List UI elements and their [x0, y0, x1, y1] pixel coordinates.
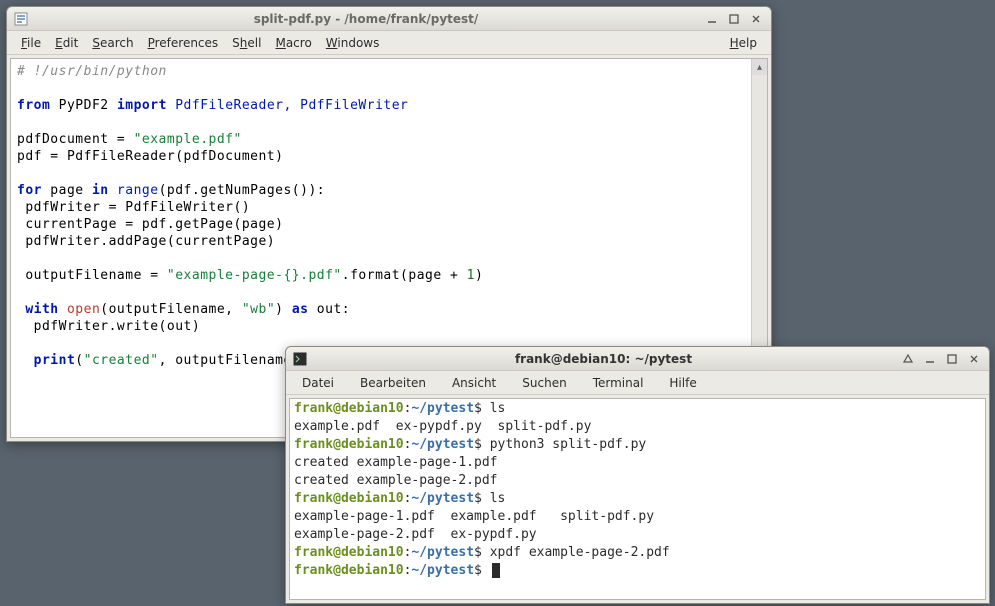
minimize-button[interactable] [703, 11, 721, 27]
terminal-menubar: Datei Bearbeiten Ansicht Suchen Terminal… [286, 371, 989, 395]
maximize-button[interactable] [943, 351, 961, 367]
menu-help[interactable]: Help [724, 34, 763, 52]
menu-search[interactable]: Search [86, 34, 139, 52]
code-comment: # !/usr/bin/python [17, 64, 167, 79]
app-icon [13, 11, 29, 27]
close-button[interactable] [747, 11, 765, 27]
menu-windows[interactable]: Windows [320, 34, 386, 52]
terminal-icon [292, 351, 308, 367]
term-menu-terminal[interactable]: Terminal [587, 374, 650, 392]
term-menu-bearbeiten[interactable]: Bearbeiten [354, 374, 432, 392]
term-button-extra[interactable] [899, 351, 917, 367]
menu-macro[interactable]: Macro [269, 34, 317, 52]
minimize-button[interactable] [921, 351, 939, 367]
scroll-up-icon[interactable]: ▴ [752, 59, 767, 75]
term-menu-suchen[interactable]: Suchen [516, 374, 572, 392]
cursor-icon [492, 563, 500, 578]
maximize-button[interactable] [725, 11, 743, 27]
terminal-window: frank@debian10: ~/pytest Datei Bearbeite… [285, 346, 990, 604]
menu-edit[interactable]: Edit [49, 34, 84, 52]
term-menu-hilfe[interactable]: Hilfe [663, 374, 702, 392]
term-menu-ansicht[interactable]: Ansicht [446, 374, 502, 392]
menu-preferences[interactable]: Preferences [142, 34, 225, 52]
terminal-titlebar[interactable]: frank@debian10: ~/pytest [286, 347, 989, 371]
editor-titlebar[interactable]: split-pdf.py - /home/frank/pytest/ [7, 7, 771, 31]
menu-shell[interactable]: Shell [226, 34, 267, 52]
term-menu-datei[interactable]: Datei [296, 374, 340, 392]
terminal-title: frank@debian10: ~/pytest [314, 352, 893, 366]
editor-menubar: File Edit Search Preferences Shell Macro… [7, 31, 771, 55]
terminal-output[interactable]: frank@debian10:~/pytest$ ls example.pdf … [289, 398, 986, 600]
editor-title: split-pdf.py - /home/frank/pytest/ [35, 12, 697, 26]
menu-file[interactable]: File [15, 34, 47, 52]
close-button[interactable] [965, 351, 983, 367]
